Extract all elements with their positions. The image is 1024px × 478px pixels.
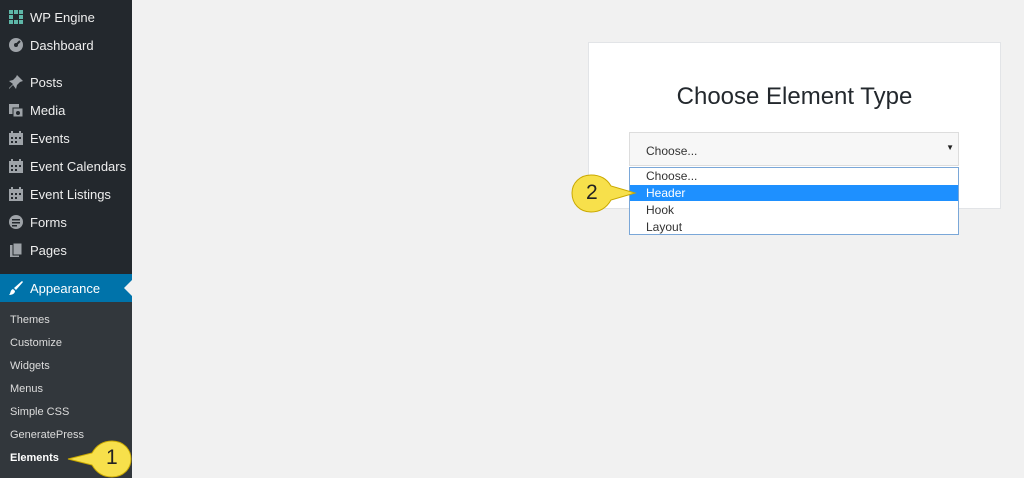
menu-item-forms[interactable]: Forms: [0, 208, 132, 236]
menu-item-events[interactable]: Events: [0, 124, 132, 152]
admin-sidebar: WP Engine Dashboard Posts Media Events E…: [0, 0, 132, 478]
submenu-item-menus[interactable]: Menus: [10, 383, 43, 395]
menu-item-dashboard[interactable]: Dashboard: [0, 31, 132, 59]
media-icon: [6, 100, 26, 120]
dashboard-icon: [6, 35, 26, 55]
calendar-icon: [6, 128, 26, 148]
menu-label: Event Listings: [30, 186, 111, 202]
wp-engine-icon: [6, 7, 26, 27]
element-type-dropdown: Choose... Header Hook Layout: [629, 167, 959, 235]
menu-label: Dashboard: [30, 37, 94, 53]
menu-item-wp-engine[interactable]: WP Engine: [0, 3, 132, 31]
callout-1: 1: [66, 440, 132, 478]
option-layout[interactable]: Layout: [630, 219, 958, 235]
menu-label: Events: [30, 130, 70, 146]
submenu-item-widgets[interactable]: Widgets: [10, 360, 50, 372]
submenu-item-simple-css[interactable]: Simple CSS: [10, 406, 69, 418]
menu-label: Posts: [30, 74, 63, 90]
pages-icon: [6, 240, 26, 260]
menu-item-event-calendars[interactable]: Event Calendars: [0, 152, 132, 180]
menu-label: WP Engine: [30, 9, 95, 25]
select-value: Choose...: [646, 144, 698, 158]
option-hook[interactable]: Hook: [630, 202, 958, 218]
calendar-icon: [6, 156, 26, 176]
menu-label: Forms: [30, 214, 67, 230]
element-type-select[interactable]: Choose... ▼: [629, 132, 959, 166]
option-choose[interactable]: Choose...: [630, 168, 958, 184]
submenu-item-customize[interactable]: Customize: [10, 337, 62, 349]
callout-number: 2: [586, 181, 598, 204]
menu-label: Pages: [30, 242, 67, 258]
menu-item-posts[interactable]: Posts: [0, 68, 132, 96]
callout-2: 2: [571, 174, 637, 214]
card-title: Choose Element Type: [676, 83, 913, 110]
paintbrush-icon: [6, 278, 26, 298]
pin-icon: [6, 72, 26, 92]
option-header[interactable]: Header: [630, 185, 958, 201]
menu-label: Event Calendars: [30, 158, 127, 174]
forms-icon: [6, 212, 26, 232]
menu-label: Media: [30, 102, 66, 118]
menu-label: Appearance: [30, 280, 101, 296]
menu-item-appearance[interactable]: Appearance: [0, 274, 132, 302]
caret-down-icon: ▼: [946, 143, 954, 152]
submenu-item-elements[interactable]: Elements: [10, 452, 59, 464]
menu-item-pages[interactable]: Pages: [0, 236, 132, 264]
submenu-item-themes[interactable]: Themes: [10, 314, 50, 326]
menu-item-media[interactable]: Media: [0, 96, 132, 124]
callout-number: 1: [106, 446, 118, 469]
calendar-icon: [6, 184, 26, 204]
menu-item-event-listings[interactable]: Event Listings: [0, 180, 132, 208]
